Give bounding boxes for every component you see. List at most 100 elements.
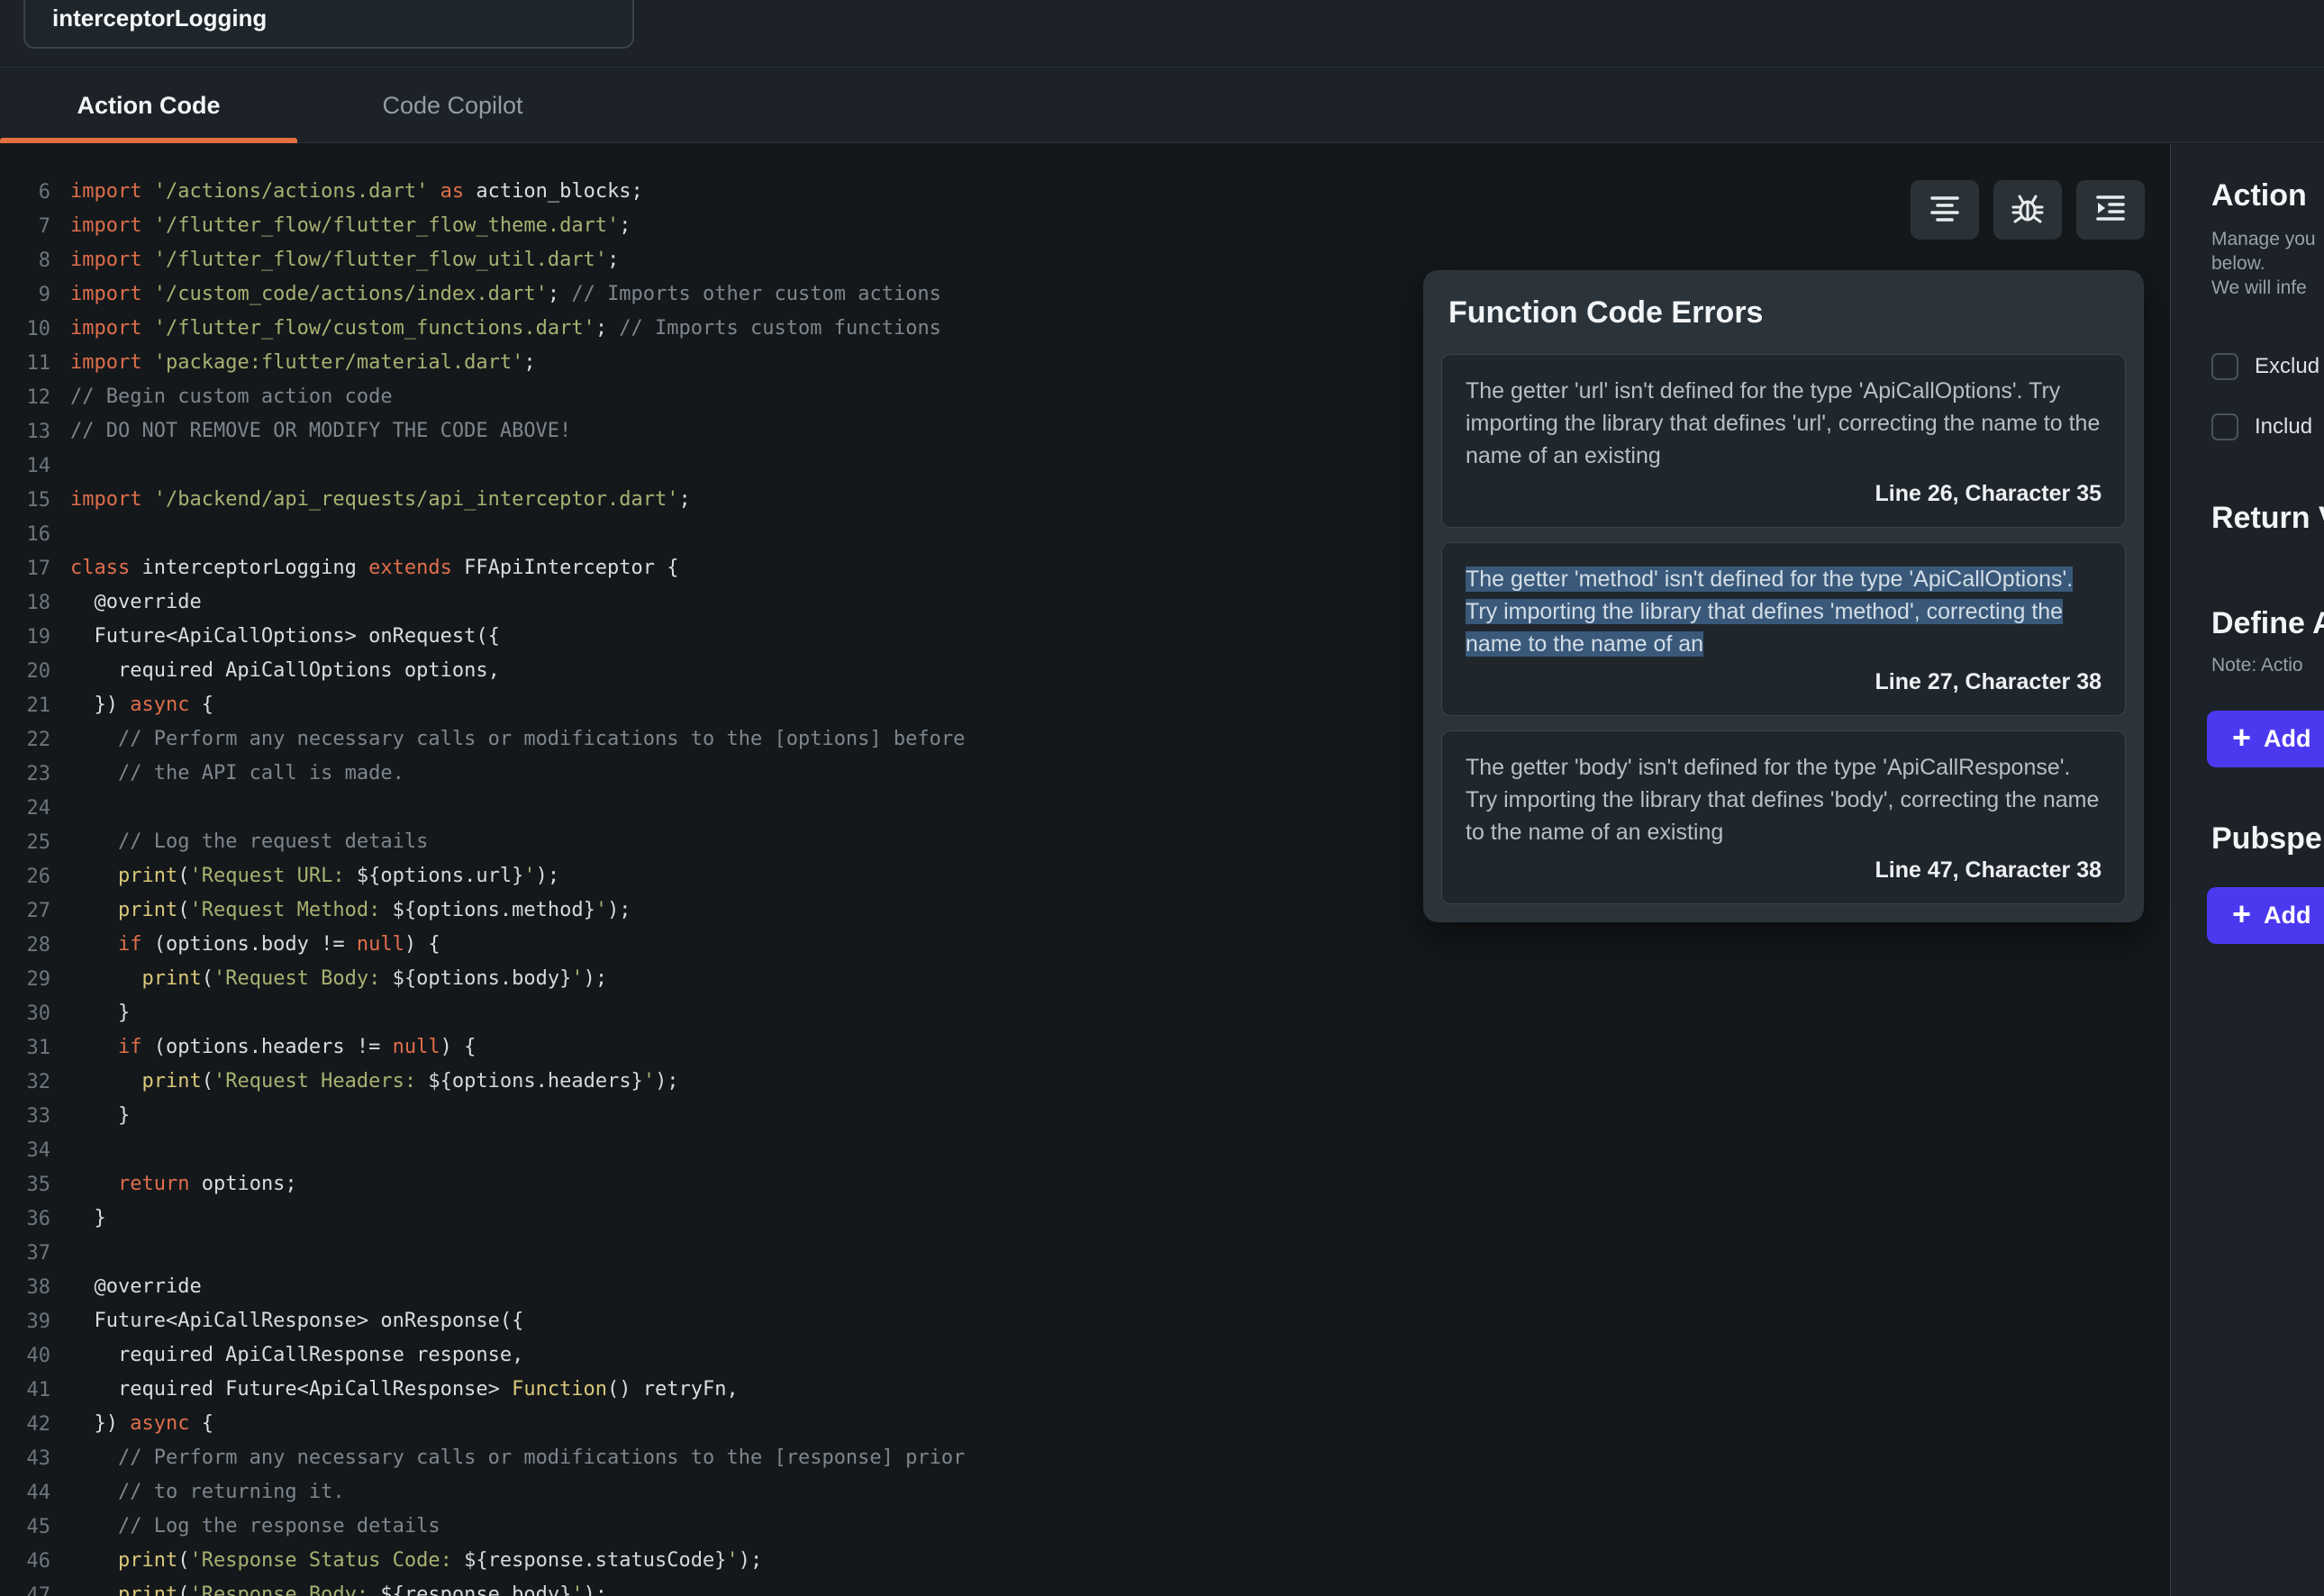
- code-text: print('Response Status Code: ${response.…: [70, 1544, 762, 1578]
- line-number: 28: [0, 934, 50, 957]
- line-number: 29: [0, 968, 50, 991]
- active-tab-underline: [0, 138, 297, 143]
- format-align-button[interactable]: [1911, 180, 1979, 240]
- line-number: 45: [0, 1516, 50, 1538]
- code-text: // Begin custom action code: [70, 380, 393, 414]
- line-number: 8: [0, 249, 50, 272]
- code-line: 34: [0, 1133, 2170, 1167]
- code-text: import 'package:flutter/material.dart';: [70, 346, 536, 380]
- format-align-icon: [1927, 190, 1963, 231]
- error-card[interactable]: The getter 'url' isn't defined for the t…: [1441, 354, 2126, 528]
- code-text: print('Request URL: ${options.url}');: [70, 859, 559, 893]
- code-line: 32 print('Request Headers: ${options.hea…: [0, 1065, 2170, 1099]
- code-text: import '/flutter_flow/flutter_flow_util.…: [70, 243, 619, 277]
- line-number: 17: [0, 558, 50, 580]
- code-text: print('Response Body: ${response.body}')…: [70, 1578, 607, 1596]
- function-code-errors-panel: Function Code Errors The getter 'url' is…: [1423, 270, 2144, 922]
- code-line: 30 }: [0, 996, 2170, 1030]
- code-line: 43 // Perform any necessary calls or mod…: [0, 1441, 2170, 1475]
- code-line: 35 return options;: [0, 1167, 2170, 1202]
- line-number: 43: [0, 1447, 50, 1470]
- code-line: 42 }) async {: [0, 1407, 2170, 1441]
- code-line: 47 print('Response Body: ${response.body…: [0, 1578, 2170, 1596]
- checkbox-exclude-box[interactable]: [2211, 353, 2238, 380]
- checkbox-include[interactable]: Includ: [2211, 413, 2312, 440]
- action-settings-heading: Action: [2211, 178, 2307, 213]
- error-message: The getter 'url' isn't defined for the t…: [1466, 375, 2102, 472]
- code-text: required ApiCallOptions options,: [70, 654, 500, 688]
- code-text: print('Request Headers: ${options.header…: [70, 1065, 679, 1099]
- error-card-selected[interactable]: The getter 'method' isn't defined for th…: [1441, 542, 2126, 716]
- line-number: 34: [0, 1139, 50, 1162]
- tab-action-code[interactable]: Action Code: [0, 68, 297, 143]
- line-number: 14: [0, 455, 50, 477]
- code-line: 29 print('Request Body: ${options.body}'…: [0, 962, 2170, 996]
- line-number: 25: [0, 831, 50, 854]
- line-number: 11: [0, 352, 50, 375]
- line-number: 10: [0, 318, 50, 340]
- code-text: }) async {: [70, 688, 213, 722]
- line-number: 37: [0, 1242, 50, 1265]
- error-location: Line 26, Character 35: [1466, 481, 2102, 507]
- line-number: 6: [0, 181, 50, 204]
- code-text: // Perform any necessary calls or modifi…: [70, 1441, 965, 1475]
- add-dependency-button[interactable]: + Add: [2207, 887, 2324, 944]
- code-line: 46 print('Response Status Code: ${respon…: [0, 1544, 2170, 1578]
- code-line: 44 // to returning it.: [0, 1475, 2170, 1510]
- checkbox-exclude[interactable]: Exclud: [2211, 353, 2319, 380]
- line-number: 31: [0, 1037, 50, 1059]
- code-text: print('Request Body: ${options.body}');: [70, 962, 607, 996]
- line-number: 35: [0, 1174, 50, 1196]
- line-number: 40: [0, 1345, 50, 1367]
- checkbox-include-box[interactable]: [2211, 413, 2238, 440]
- line-number: 36: [0, 1208, 50, 1230]
- code-text: import '/flutter_flow/flutter_flow_theme…: [70, 209, 631, 243]
- debug-bug-icon: [2010, 190, 2046, 231]
- line-number: 33: [0, 1105, 50, 1128]
- line-number: 19: [0, 626, 50, 648]
- code-text: // to returning it.: [70, 1475, 345, 1510]
- code-text: // Perform any necessary calls or modifi…: [70, 722, 965, 757]
- code-line: 6 import '/actions/actions.dart' as actio…: [0, 175, 2170, 209]
- code-text: // Log the response details: [70, 1510, 440, 1544]
- error-panel-title: Function Code Errors: [1448, 295, 2119, 331]
- code-text: Future<ApiCallOptions> onRequest({: [70, 620, 500, 654]
- tab-code-copilot[interactable]: Code Copilot: [297, 68, 608, 143]
- line-number: 7: [0, 215, 50, 238]
- line-number: 21: [0, 694, 50, 717]
- editor-toolbar: [1911, 180, 2145, 240]
- code-text: // the API call is made.: [70, 757, 404, 791]
- code-line: 40 required ApiCallResponse response,: [0, 1338, 2170, 1373]
- tab-code-copilot-label: Code Copilot: [382, 92, 522, 120]
- action-name-input[interactable]: [23, 0, 634, 49]
- top-bar: [0, 0, 2324, 68]
- line-number: 13: [0, 421, 50, 443]
- line-number: 41: [0, 1379, 50, 1401]
- line-number: 44: [0, 1482, 50, 1504]
- plus-icon: +: [2232, 898, 2251, 930]
- code-text: }: [70, 1099, 130, 1133]
- code-text: class interceptorLogging extends FFApiIn…: [70, 551, 679, 585]
- code-text: // DO NOT REMOVE OR MODIFY THE CODE ABOV…: [70, 414, 571, 449]
- add-argument-button[interactable]: + Add: [2207, 711, 2324, 767]
- line-number: 22: [0, 729, 50, 751]
- code-text: if (options.headers != null) {: [70, 1030, 476, 1065]
- code-line: 45 // Log the response details: [0, 1510, 2170, 1544]
- line-number: 42: [0, 1413, 50, 1436]
- code-editor[interactable]: 6 import '/actions/actions.dart' as actio…: [0, 144, 2170, 1596]
- debug-button[interactable]: [1993, 180, 2062, 240]
- line-number: 9: [0, 284, 50, 306]
- code-line: 33 }: [0, 1099, 2170, 1133]
- code-line: 36 }: [0, 1202, 2170, 1236]
- code-text: }: [70, 1202, 106, 1236]
- indent-button[interactable]: [2076, 180, 2145, 240]
- error-message: The getter 'body' isn't defined for the …: [1466, 751, 2102, 848]
- action-name-value[interactable]: [50, 4, 632, 33]
- action-settings-description: Manage you below. We will infe: [2211, 227, 2316, 300]
- error-location: Line 47, Character 38: [1466, 857, 2102, 884]
- line-number: 47: [0, 1584, 50, 1596]
- line-number: 30: [0, 1002, 50, 1025]
- line-number: 24: [0, 797, 50, 820]
- code-text: import '/actions/actions.dart' as action…: [70, 175, 643, 209]
- error-card[interactable]: The getter 'body' isn't defined for the …: [1441, 730, 2126, 904]
